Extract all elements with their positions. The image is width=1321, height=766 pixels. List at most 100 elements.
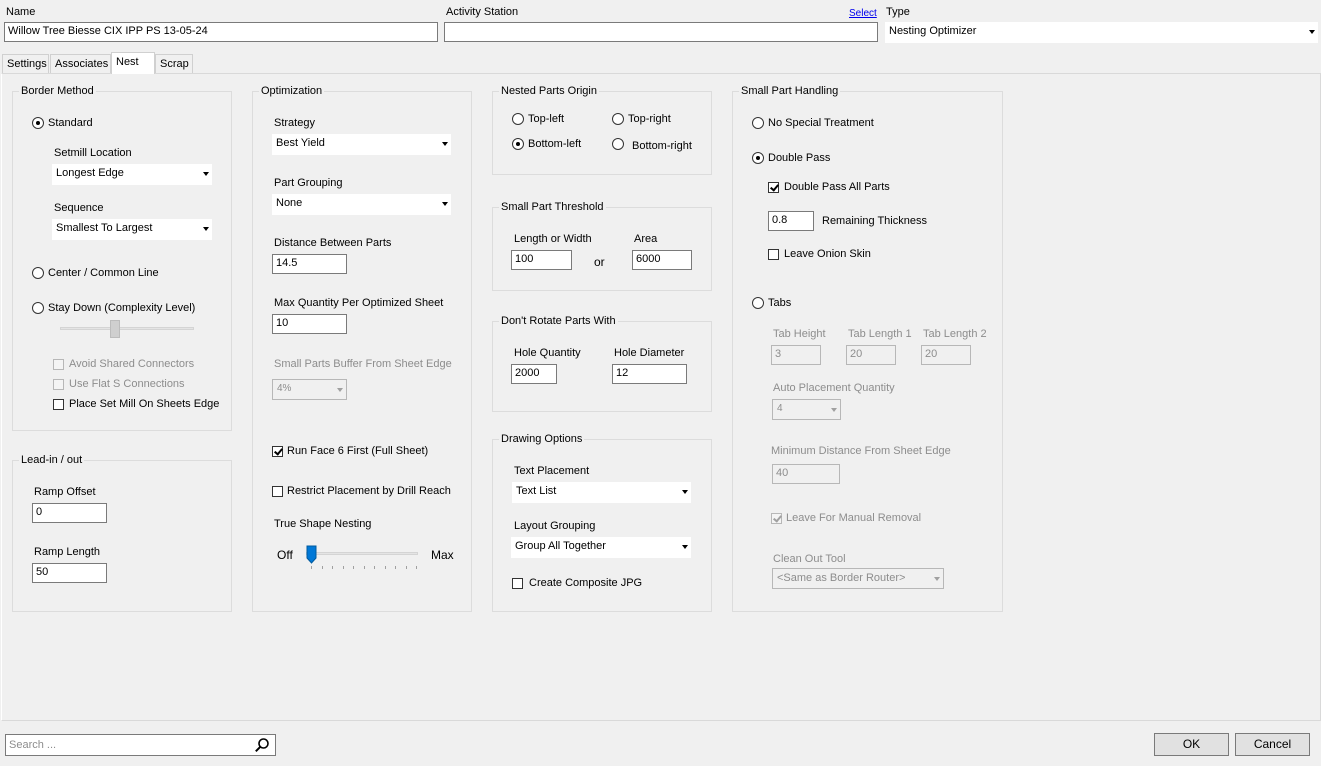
slider-tick	[321, 566, 323, 569]
clean-out-tool-label: Clean Out Tool	[773, 553, 846, 565]
complexity-slider-thumb[interactable]	[110, 320, 120, 338]
slider-tick	[374, 566, 375, 569]
standard-radio[interactable]	[32, 117, 44, 129]
hole-quantity-label: Hole Quantity	[514, 347, 581, 359]
small-part-handling-title: Small Part Handling	[739, 85, 841, 97]
tabs-radio[interactable]	[752, 297, 764, 309]
type-select-value: Nesting Optimizer	[889, 25, 977, 37]
hole-quantity-input[interactable]: 2000	[511, 364, 557, 384]
auto-placement-quantity-select[interactable]: 4	[772, 399, 841, 420]
slider-tick	[311, 566, 312, 569]
run-face6-checkbox[interactable]	[272, 446, 283, 457]
place-set-mill-checkbox[interactable]	[53, 399, 64, 410]
restrict-placement-checkbox[interactable]	[272, 486, 283, 497]
no-special-treatment-radio[interactable]	[752, 117, 764, 129]
top-left-label: Top-left	[528, 113, 565, 125]
text-placement-select[interactable]: Text List	[512, 482, 691, 503]
use-flat-s-connections-checkbox[interactable]	[53, 379, 64, 390]
run-face6-label: Run Face 6 First (Full Sheet)	[287, 445, 429, 457]
sequence-select[interactable]: Smallest To Largest	[52, 219, 212, 240]
restrict-placement-label: Restrict Placement by Drill Reach	[287, 485, 451, 497]
setmill-location-select[interactable]: Longest Edge	[52, 164, 212, 185]
stay-down-radio[interactable]	[32, 302, 44, 314]
chevron-down-icon	[442, 142, 448, 146]
remaining-thickness-label: Remaining Thickness	[822, 215, 927, 227]
double-pass-radio[interactable]	[752, 152, 764, 164]
strategy-value: Best Yield	[276, 137, 325, 149]
type-select[interactable]: Nesting Optimizer	[885, 22, 1318, 43]
part-grouping-select[interactable]: None	[272, 194, 451, 215]
max-quantity-input[interactable]: 10	[272, 314, 347, 334]
select-link[interactable]: Select	[849, 8, 877, 19]
area-input[interactable]: 6000	[632, 250, 692, 270]
auto-placement-quantity-label: Auto Placement Quantity	[773, 382, 895, 394]
ramp-length-input[interactable]: 50	[32, 563, 107, 583]
slider-tick	[353, 566, 354, 569]
double-pass-all-parts-checkbox[interactable]	[768, 182, 779, 193]
distance-between-parts-input[interactable]: 14.5	[272, 254, 347, 274]
text-placement-value: Text List	[516, 485, 557, 497]
layout-grouping-select[interactable]: Group All Together	[511, 537, 691, 558]
type-label: Type	[886, 6, 910, 18]
sequence-value: Smallest To Largest	[56, 222, 153, 234]
bottom-left-label: Bottom-left	[528, 138, 582, 150]
search-icon[interactable]	[254, 737, 270, 753]
top-right-radio[interactable]	[612, 113, 624, 125]
tab-length-2-input[interactable]: 20	[921, 345, 971, 365]
tab-height-input[interactable]: 3	[771, 345, 821, 365]
length-or-width-input[interactable]: 100	[511, 250, 572, 270]
bottom-left-radio[interactable]	[512, 138, 524, 150]
leave-for-manual-removal-checkbox[interactable]	[771, 513, 782, 524]
tab-associates[interactable]: Associates	[50, 54, 111, 73]
ramp-offset-input[interactable]: 0	[32, 503, 107, 523]
chevron-down-icon	[337, 388, 343, 392]
ok-button[interactable]: OK	[1154, 733, 1229, 756]
optimization-group: Optimization	[252, 85, 472, 612]
leave-for-manual-removal-label: Leave For Manual Removal	[786, 512, 922, 524]
activity-station-input[interactable]	[444, 22, 878, 42]
slider-tick	[342, 566, 344, 569]
standard-label: Standard	[48, 117, 93, 129]
tab-length-1-input[interactable]: 20	[846, 345, 896, 365]
slider-tick	[384, 566, 386, 569]
layout-grouping-value: Group All Together	[515, 540, 606, 552]
hole-diameter-input[interactable]: 12	[612, 364, 687, 384]
activity-station-label: Activity Station	[446, 6, 519, 18]
avoid-shared-connectors-checkbox[interactable]	[53, 359, 64, 370]
text-placement-label: Text Placement	[514, 465, 590, 477]
chevron-down-icon	[682, 490, 688, 494]
search-input[interactable]: Search ...	[5, 734, 276, 756]
strategy-select[interactable]: Best Yield	[272, 134, 451, 155]
create-composite-jpg-checkbox[interactable]	[512, 578, 523, 589]
complexity-slider-track	[60, 327, 194, 330]
minimum-distance-input[interactable]: 40	[772, 464, 840, 484]
length-or-width-label: Length or Width	[514, 233, 592, 245]
nested-parts-origin-group: Nested Parts Origin	[492, 85, 712, 175]
center-common-line-radio[interactable]	[32, 267, 44, 279]
cancel-button[interactable]: Cancel	[1235, 733, 1310, 756]
true-shape-slider-thumb[interactable]	[306, 545, 317, 564]
top-left-radio[interactable]	[512, 113, 524, 125]
hole-diameter-label: Hole Diameter	[614, 347, 685, 359]
small-parts-buffer-select[interactable]: 4%	[272, 379, 347, 400]
name-label: Name	[6, 6, 36, 18]
leave-onion-skin-checkbox[interactable]	[768, 249, 779, 260]
slider-tick	[332, 566, 333, 569]
border-method-title: Border Method	[19, 85, 96, 97]
bottom-right-radio[interactable]	[612, 138, 624, 150]
tab-settings[interactable]: Settings	[2, 54, 49, 73]
sequence-label: Sequence	[54, 202, 104, 214]
remaining-thickness-input[interactable]: 0.8	[768, 211, 814, 231]
clean-out-tool-select[interactable]: <Same as Border Router>	[772, 568, 944, 589]
name-input[interactable]: Willow Tree Biesse CIX IPP PS 13-05-24	[4, 22, 438, 42]
tab-scrap[interactable]: Scrap	[155, 54, 193, 73]
center-common-line-label: Center / Common Line	[48, 267, 159, 279]
true-shape-slider-track	[306, 552, 418, 555]
small-parts-buffer-label: Small Parts Buffer From Sheet Edge	[274, 358, 452, 370]
chevron-down-icon	[934, 577, 940, 581]
tab-nest[interactable]: Nest	[111, 52, 155, 74]
tab-length-2-label: Tab Length 2	[923, 328, 987, 340]
lead-in-out-title: Lead-in / out	[19, 454, 85, 466]
place-set-mill-label: Place Set Mill On Sheets Edge	[69, 398, 220, 410]
slider-max-label: Max	[431, 548, 454, 562]
